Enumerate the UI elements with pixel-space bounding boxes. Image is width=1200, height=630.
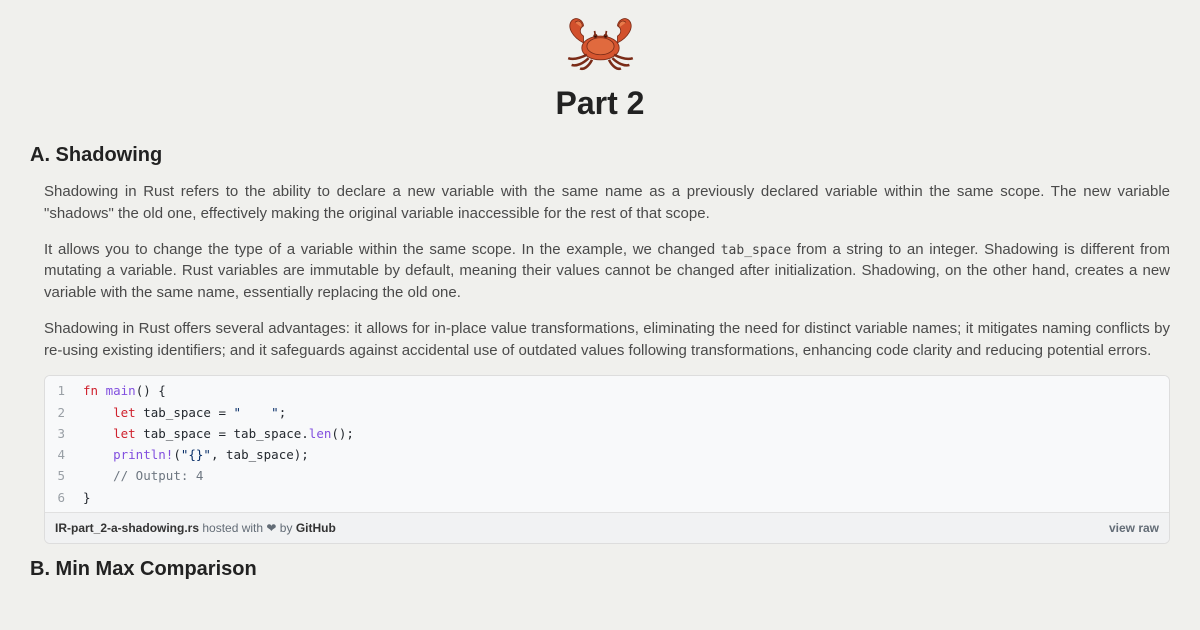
code-line: 5 // Output: 4 <box>45 465 1169 486</box>
line-number: 1 <box>45 380 75 401</box>
line-number: 2 <box>45 402 75 423</box>
code-line: 6 } <box>45 487 1169 508</box>
gist-hosted-prefix: hosted with <box>199 521 266 535</box>
code-line: 3 let tab_space = tab_space.len(); <box>45 423 1169 444</box>
section-a-para-1: Shadowing in Rust refers to the ability … <box>44 181 1170 225</box>
heart-icon: ❤ <box>266 521 276 535</box>
keyword: fn <box>83 383 106 398</box>
punct: } <box>83 490 91 505</box>
code-line: 4 println!("{}", tab_space); <box>45 444 1169 465</box>
gist-filename[interactable]: IR-part_2-a-shadowing.rs <box>55 521 199 535</box>
inline-code-tabspace: tab_space <box>721 243 791 258</box>
article-page: Part 2 A. Shadowing Shadowing in Rust re… <box>0 0 1200 581</box>
comment: // Output: 4 <box>113 468 203 483</box>
code-content: let tab_space = " "; <box>75 402 286 423</box>
page-title: Part 2 <box>30 85 1170 122</box>
code-content: } <box>75 487 91 508</box>
line-number: 5 <box>45 465 75 486</box>
section-a-para-3: Shadowing in Rust offers several advanta… <box>44 318 1170 362</box>
gist-host[interactable]: GitHub <box>296 521 336 535</box>
ident: tab_space <box>143 405 218 420</box>
code-content: let tab_space = tab_space.len(); <box>75 423 354 444</box>
ident: tab_space <box>143 426 218 441</box>
punct: , tab_space); <box>211 447 309 462</box>
fn-name: len <box>309 426 332 441</box>
punct: = <box>218 405 233 420</box>
code-line: 1 fn main() { <box>45 380 1169 401</box>
gist-meta-left: IR-part_2-a-shadowing.rs hosted with ❤ b… <box>55 521 336 535</box>
section-a-heading: A. Shadowing <box>30 144 1170 167</box>
punct: = tab_space. <box>218 426 308 441</box>
gist-hosted-suffix: by <box>276 521 295 535</box>
code-content: fn main() { <box>75 380 166 401</box>
string: "{}" <box>181 447 211 462</box>
macro: println! <box>113 447 173 462</box>
code-gist: 1 fn main() { 2 let tab_space = " "; 3 l… <box>44 375 1170 544</box>
indent <box>83 447 113 462</box>
line-number: 6 <box>45 487 75 508</box>
section-a-para-2: It allows you to change the type of a va… <box>44 239 1170 304</box>
punct: ; <box>279 405 287 420</box>
keyword: let <box>113 405 143 420</box>
code-body: 1 fn main() { 2 let tab_space = " "; 3 l… <box>45 376 1169 512</box>
punct: () { <box>136 383 166 398</box>
punct: ( <box>173 447 181 462</box>
punct: (); <box>331 426 354 441</box>
fn-name: main <box>106 383 136 398</box>
section-b-heading: B. Min Max Comparison <box>30 558 1170 581</box>
string: " " <box>234 405 279 420</box>
header-logo-wrap <box>30 12 1170 77</box>
indent <box>83 426 113 441</box>
indent <box>83 468 113 483</box>
code-line: 2 let tab_space = " "; <box>45 402 1169 423</box>
gist-meta-bar: IR-part_2-a-shadowing.rs hosted with ❤ b… <box>45 512 1169 543</box>
line-number: 3 <box>45 423 75 444</box>
keyword: let <box>113 426 143 441</box>
indent <box>83 405 113 420</box>
line-number: 4 <box>45 444 75 465</box>
view-raw-link[interactable]: view raw <box>1109 521 1159 535</box>
rust-crab-icon <box>558 12 643 77</box>
code-content: println!("{}", tab_space); <box>75 444 309 465</box>
para2-text-a: It allows you to change the type of a va… <box>44 241 721 258</box>
code-content: // Output: 4 <box>75 465 203 486</box>
